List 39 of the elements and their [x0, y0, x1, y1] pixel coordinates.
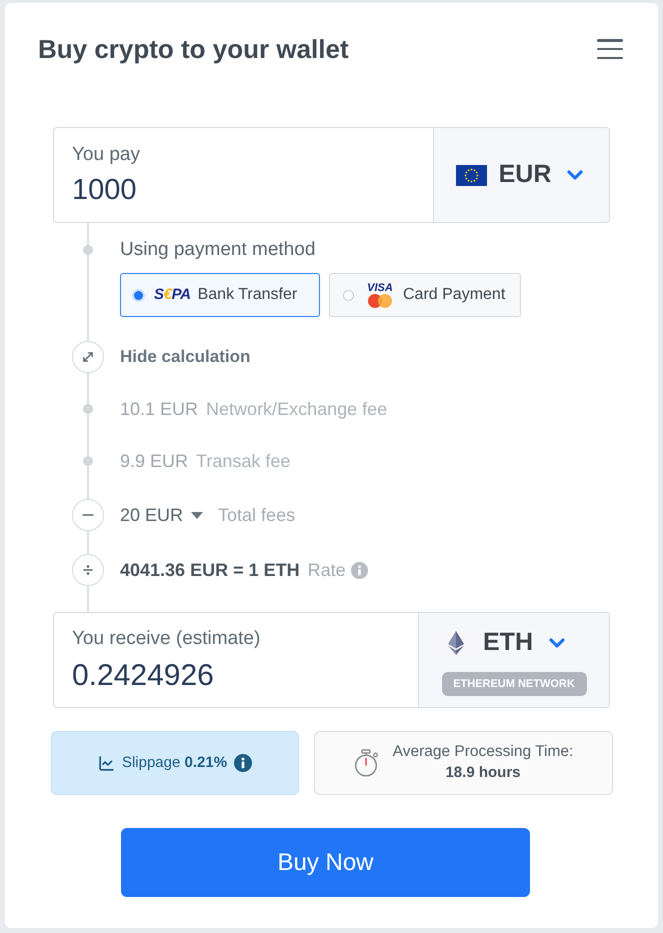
- sepa-logo: S€PA: [154, 284, 191, 305]
- overlapping-circles-icon: [367, 294, 393, 308]
- fee-label: Transak fee: [196, 450, 290, 472]
- menu-icon[interactable]: [597, 39, 623, 59]
- processing-time-label: Average Processing Time:: [392, 742, 574, 762]
- processing-time-value: 18.9 hours: [445, 763, 520, 783]
- network-badge: ETHEREUM NETWORK: [442, 672, 586, 696]
- expand-arrows-icon: [72, 341, 104, 373]
- fee-amount: 9.9 EUR: [120, 450, 188, 472]
- hide-calculation-toggle[interactable]: Hide calculation: [120, 344, 250, 370]
- payment-method-option[interactable]: S€PA Bank Transfer: [120, 273, 320, 317]
- stopwatch-icon: [354, 749, 379, 777]
- exchange-rate: 4041.36 EUR = 1 ETH: [120, 558, 300, 582]
- fee-amount: 20 EUR: [120, 504, 184, 526]
- page-title: Buy crypto to your wallet: [38, 33, 349, 65]
- pay-label: You pay: [72, 144, 141, 166]
- slippage-text: Slippage 0.21%: [122, 752, 228, 773]
- pay-amount-input[interactable]: 1000: [72, 173, 402, 207]
- fee-amount: 10.1 EUR: [120, 398, 198, 420]
- info-icon: [350, 562, 368, 578]
- buy-now-button[interactable]: Buy Now: [121, 828, 530, 897]
- radio-selected-icon: [134, 290, 143, 300]
- minus-icon: [72, 499, 104, 531]
- receive-label: You receive (estimate): [72, 628, 262, 650]
- eu-flag-icon: [456, 164, 487, 186]
- crypto-currency-select[interactable]: ETH: [441, 624, 569, 662]
- info-icon: [234, 754, 252, 772]
- divide-icon: [72, 554, 104, 586]
- fee-label: Network/Exchange fee: [206, 398, 388, 421]
- receive-amount-input[interactable]: 0.2424926: [72, 659, 392, 693]
- fiat-currency-select[interactable]: EUR: [433, 128, 609, 222]
- caret-down-icon[interactable]: [191, 512, 204, 518]
- rate-label: Rate: [308, 558, 346, 582]
- fee-label: Total fees: [218, 504, 296, 526]
- radio-icon: [343, 290, 354, 300]
- line-chart-icon: [98, 754, 115, 772]
- payment-method-label: Using payment method: [120, 238, 316, 262]
- payment-method-option[interactable]: VISA Card Payment: [329, 273, 521, 317]
- visa-logo: VISA: [367, 282, 393, 294]
